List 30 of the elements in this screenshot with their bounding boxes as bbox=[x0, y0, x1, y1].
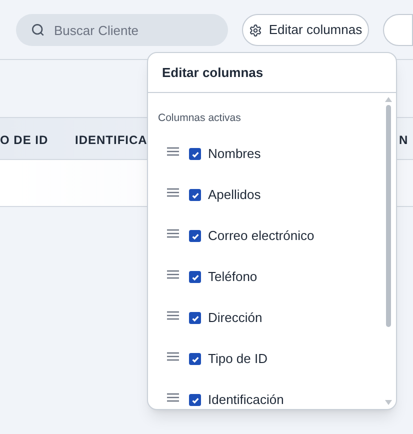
column-checkbox[interactable] bbox=[189, 271, 201, 283]
column-checkbox[interactable] bbox=[189, 394, 201, 406]
drag-handle-icon[interactable] bbox=[167, 352, 179, 361]
column-header: O DE ID bbox=[0, 132, 48, 149]
drag-handle-icon[interactable] bbox=[167, 393, 179, 402]
column-checkbox[interactable] bbox=[189, 312, 201, 324]
edit-columns-button[interactable]: Editar columnas bbox=[242, 14, 369, 46]
column-header: N bbox=[399, 132, 408, 149]
section-label: Columnas activas bbox=[158, 112, 241, 124]
column-label: Apellidos bbox=[208, 186, 261, 204]
column-label: Identificación bbox=[208, 391, 284, 409]
search-icon bbox=[30, 22, 46, 38]
column-header: IDENTIFICA bbox=[75, 132, 148, 149]
settings-icon bbox=[248, 24, 262, 36]
drag-handle-icon[interactable] bbox=[167, 188, 179, 197]
column-checkbox[interactable] bbox=[189, 230, 201, 242]
drag-handle-icon[interactable] bbox=[167, 270, 179, 279]
column-checkbox[interactable] bbox=[189, 189, 201, 201]
drag-handle-icon[interactable] bbox=[167, 147, 179, 156]
popup-title: Editar columnas bbox=[162, 64, 264, 82]
column-label: Dirección bbox=[208, 309, 262, 328]
drag-handle-icon[interactable] bbox=[167, 229, 179, 238]
column-checkbox[interactable] bbox=[189, 353, 201, 365]
column-label: Nombres bbox=[208, 145, 261, 164]
drag-handle-icon[interactable] bbox=[167, 311, 179, 320]
column-label: Correo electrónico bbox=[208, 227, 314, 246]
column-checkbox[interactable] bbox=[189, 148, 201, 160]
column-label: Teléfono bbox=[208, 268, 258, 286]
column-label: Tipo de ID bbox=[208, 350, 268, 368]
search-field[interactable]: Buscar Cliente bbox=[16, 14, 228, 46]
